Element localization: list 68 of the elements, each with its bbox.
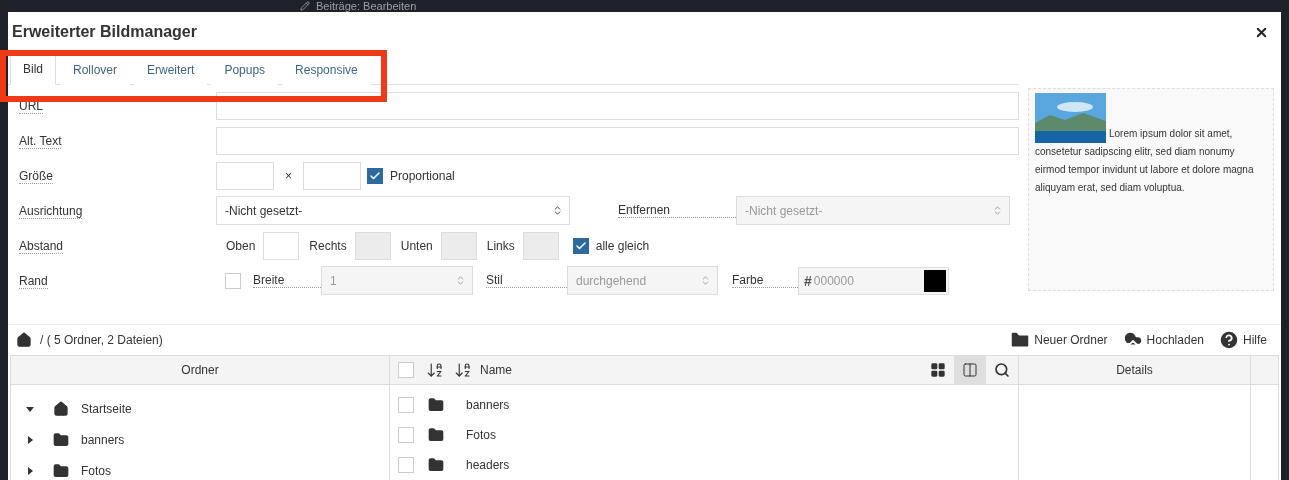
toolbar-action[interactable]: Neuer Ordner	[1009, 329, 1108, 351]
caret-icon[interactable]	[25, 465, 35, 476]
toolbar-action[interactable]: Hochladen	[1121, 329, 1204, 351]
up-down-caret-icon	[992, 205, 1003, 216]
file-checkbox[interactable]	[398, 427, 414, 443]
up-down-caret-icon	[455, 275, 466, 286]
color-value: 000000	[813, 273, 855, 288]
columns-icon	[962, 362, 978, 378]
width-field[interactable]	[216, 161, 274, 190]
folder-name[interactable]: Startseite	[81, 401, 132, 416]
folder-icon	[428, 457, 444, 473]
file-name[interactable]: headers	[466, 458, 510, 472]
folder-name[interactable]: banners	[81, 432, 125, 447]
file-name[interactable]: banners	[466, 398, 510, 412]
preview-text: Lorem ipsum dolor sit amet, consetetur sadipscing elitr, sed diam nonumy eirmod tempor invidunt ut labore et dolore magna aliquyam erat, sed diam voluptua.	[1035, 93, 1267, 197]
side-label: Rechts	[309, 238, 347, 253]
sort-icon[interactable]	[426, 361, 444, 379]
file-name[interactable]: Fotos	[466, 428, 496, 442]
equal-checkbox[interactable]	[572, 237, 589, 254]
dialog-title: Erweiterter Bildmanager	[12, 23, 197, 41]
hash-sign: #	[804, 272, 812, 289]
folder-icon	[53, 462, 69, 479]
breadcrumb: / ( 5 Ordner, 2 Dateien)	[40, 333, 163, 347]
height-field[interactable]	[303, 161, 361, 190]
border-checkbox[interactable]	[225, 272, 241, 289]
landscape-drawing	[1035, 93, 1106, 143]
side-label: Links	[486, 238, 515, 253]
select-all-checkbox[interactable]	[398, 362, 414, 378]
field-label: Größe	[19, 168, 53, 184]
column-header: Details	[1115, 363, 1154, 377]
field-label: Abstand	[19, 238, 64, 254]
folder-icon	[428, 397, 444, 413]
sort-icon[interactable]	[454, 361, 472, 379]
alt-text-field[interactable]	[216, 126, 1019, 155]
search-icon	[994, 362, 1010, 378]
up-down-caret-icon	[700, 275, 711, 286]
url-field[interactable]	[216, 91, 1019, 120]
side-label: Oben	[226, 238, 256, 253]
checkbox-label: Proportional	[390, 168, 455, 183]
column-header: Ordner	[180, 363, 220, 377]
grid-icon	[930, 362, 946, 378]
toolbar-action[interactable]: Hilfe	[1218, 329, 1267, 351]
page-title: Beiträge: Bearbeiten	[316, 0, 417, 12]
home-icon[interactable]	[16, 332, 32, 348]
file-checkbox[interactable]	[398, 397, 414, 413]
check-icon	[369, 169, 381, 182]
field-label: Rand	[19, 273, 48, 289]
home-icon	[53, 400, 69, 417]
folder-icon	[428, 427, 444, 443]
help-icon	[1218, 329, 1240, 351]
field-label: Ausrichtung	[19, 203, 83, 219]
file-checkbox[interactable]	[398, 457, 414, 473]
color-swatch[interactable]	[924, 269, 946, 292]
folder-name[interactable]: Fotos	[81, 463, 111, 478]
checkbox-label: alle gleich	[595, 238, 650, 253]
proportional-checkbox[interactable]	[367, 167, 383, 184]
spacing-field[interactable]	[263, 231, 300, 260]
column-header: Name	[480, 363, 513, 377]
up-down-caret-icon	[552, 205, 563, 216]
field-label: Alt. Text	[19, 133, 62, 149]
pencil-icon	[300, 1, 310, 11]
caret-icon[interactable]	[25, 434, 35, 445]
times-sign: ×	[285, 168, 292, 183]
color-field[interactable]: #000000	[798, 266, 949, 295]
check-icon	[574, 239, 587, 252]
side-label: Unten	[400, 238, 433, 253]
folder-icon	[53, 431, 69, 448]
alignment-select[interactable]: -Nicht gesetzt-	[216, 196, 570, 225]
